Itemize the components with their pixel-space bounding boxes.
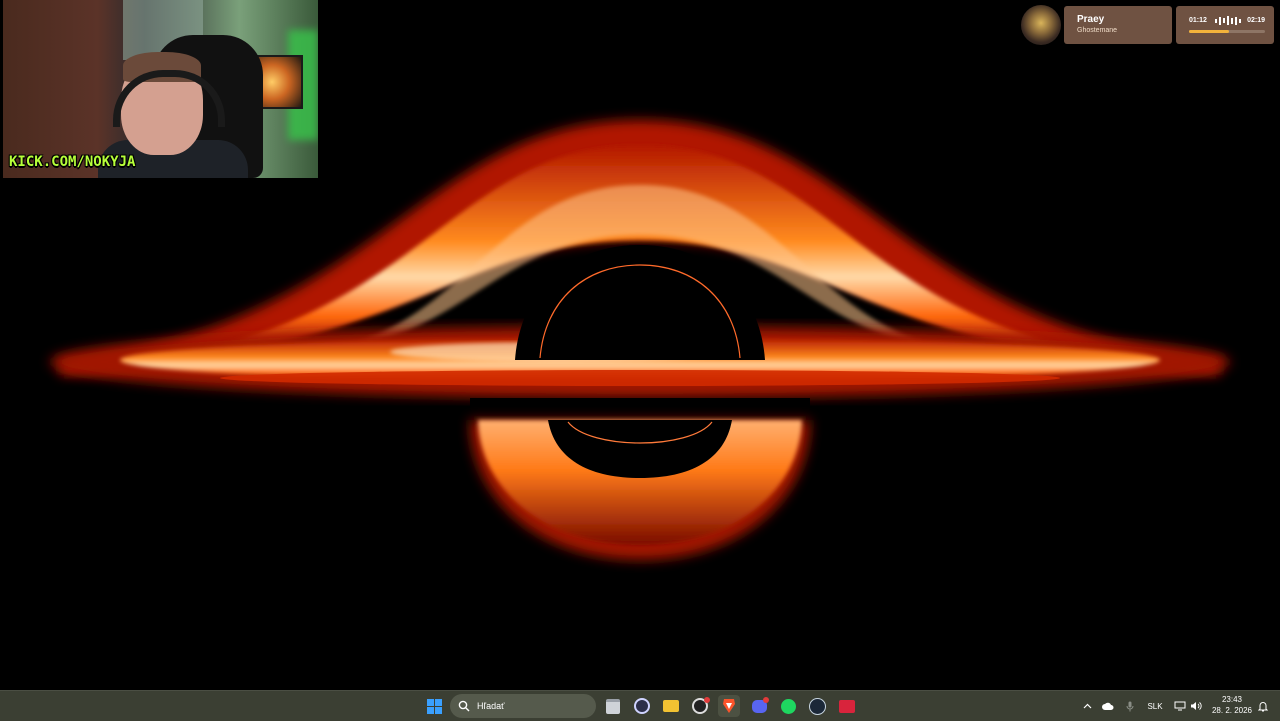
taskbar-app-brave[interactable] <box>718 695 740 717</box>
language-indicator: SLK <box>1147 701 1163 711</box>
clock-time: 23:43 <box>1221 695 1243 704</box>
video-app-icon <box>839 699 855 713</box>
album-art <box>1021 5 1061 45</box>
search-icon <box>458 700 470 712</box>
clock-date: 28. 2. 2026 <box>1211 706 1253 715</box>
cloud-icon <box>1102 702 1114 710</box>
event-horizon <box>515 245 765 360</box>
current-time: 01:12 <box>1189 17 1207 24</box>
taskbar: Hľadať SLK 23:43 28. 2. 2026 <box>0 690 1280 721</box>
lower-accretion-arc <box>470 420 810 560</box>
taskbar-app-folder[interactable] <box>660 695 682 717</box>
tray-cloud[interactable] <box>1100 691 1116 721</box>
taskbar-app-discord[interactable] <box>748 695 770 717</box>
taskbar-search-box[interactable]: Hľadať <box>450 694 596 718</box>
taskbar-clock[interactable]: 23:43 28. 2. 2026 <box>1208 694 1256 716</box>
now-playing-progress-card: 01:12 02:19 <box>1176 6 1274 44</box>
track-title: Praey <box>1077 14 1105 25</box>
taskbar-app-browser[interactable] <box>689 695 711 717</box>
chevron-up-icon <box>1083 703 1091 709</box>
tray-network[interactable] <box>1173 691 1187 721</box>
network-icon <box>1174 701 1186 711</box>
tray-volume[interactable] <box>1189 691 1203 721</box>
taskbar-app-spotify[interactable] <box>777 695 799 717</box>
track-duration: 02:19 <box>1247 17 1265 24</box>
spotify-icon <box>780 698 796 714</box>
notification-badge <box>704 697 710 703</box>
steam-icon <box>808 697 826 715</box>
windows-start-icon <box>426 698 442 714</box>
tray-microphone[interactable] <box>1123 691 1137 721</box>
notification-bell-icon <box>1258 701 1268 711</box>
microphone-icon <box>1126 701 1134 711</box>
webcam-overlay: KICK.COM/NOKYJA <box>3 0 318 178</box>
file-explorer-icon <box>606 698 620 714</box>
tray-overflow-button[interactable] <box>1080 691 1094 721</box>
search-placeholder: Hľadať <box>477 701 505 711</box>
progress-bar-fill <box>1189 30 1229 33</box>
taskbar-app-file-explorer[interactable] <box>602 695 624 717</box>
start-button[interactable] <box>423 695 445 717</box>
taskbar-app-steam[interactable] <box>806 695 828 717</box>
notification-badge <box>763 697 769 703</box>
equalizer-icon <box>1215 16 1241 25</box>
volume-icon <box>1191 702 1202 710</box>
tray-language[interactable]: SLK <box>1142 691 1168 721</box>
progress-bar[interactable] <box>1189 30 1265 33</box>
webcam-channel-label: KICK.COM/NOKYJA <box>9 154 136 170</box>
obs-icon <box>634 698 650 714</box>
folder-icon <box>663 700 679 712</box>
brave-icon <box>723 699 735 713</box>
taskbar-app-obs[interactable] <box>631 695 653 717</box>
tray-notifications[interactable] <box>1256 691 1270 721</box>
track-artist: Ghostemane <box>1077 27 1118 34</box>
now-playing-card[interactable]: Praey Ghostemane <box>1064 6 1172 44</box>
taskbar-app-video[interactable] <box>836 695 858 717</box>
